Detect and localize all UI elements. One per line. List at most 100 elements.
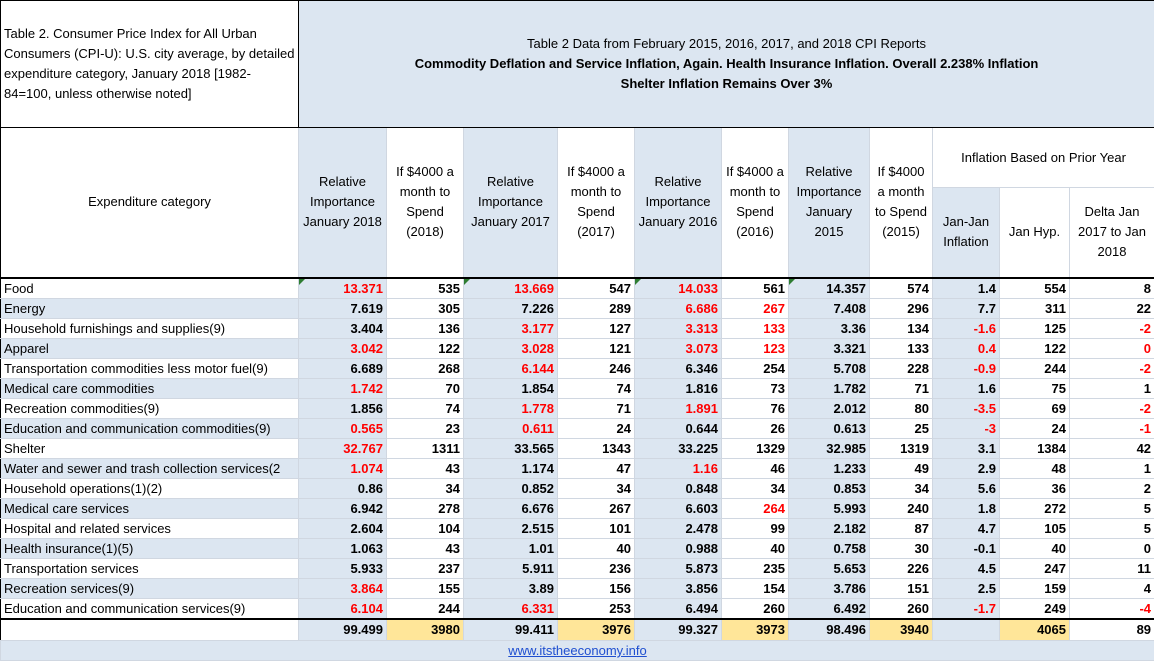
row-value: 0.611 <box>463 417 558 439</box>
table-row: Education and communication commodities(… <box>0 417 1154 439</box>
row-value: 25 <box>869 417 933 439</box>
total-value: 99.327 <box>634 617 722 641</box>
row-value: 122 <box>999 337 1070 359</box>
row-value: 2.604 <box>298 517 387 539</box>
row-category: Transportation commodities less motor fu… <box>0 357 299 379</box>
row-value: 7.7 <box>932 297 1000 319</box>
row-value: 75 <box>999 377 1070 399</box>
row-value: 6.603 <box>634 497 722 519</box>
row-value: 0.988 <box>634 537 722 559</box>
row-value: 272 <box>999 497 1070 519</box>
row-value: 0.86 <box>298 477 387 499</box>
row-category: Recreation commodities(9) <box>0 397 299 419</box>
row-category: Household furnishings and supplies(9) <box>0 317 299 339</box>
row-value: 71 <box>869 377 933 399</box>
row-value: 6.689 <box>298 357 387 379</box>
row-value: 2.515 <box>463 517 558 539</box>
row-value: 6.676 <box>463 497 558 519</box>
row-value: 4.7 <box>932 517 1000 539</box>
row-value: 3.1 <box>932 437 1000 459</box>
total-value: 3940 <box>869 617 933 641</box>
row-value: 6.492 <box>788 597 870 619</box>
row-category: Education and communication commodities(… <box>0 417 299 439</box>
row-value: 6.686 <box>634 297 722 319</box>
row-value: 240 <box>869 497 933 519</box>
row-value: 8 <box>1068 276 1154 299</box>
table-row: Household furnishings and supplies(9) 3.4… <box>0 317 1154 339</box>
row-value: 1 <box>1068 457 1154 479</box>
row-value: 23 <box>386 417 464 439</box>
row-value: -1.7 <box>932 597 1000 619</box>
row-value: 244 <box>386 597 464 619</box>
row-value: 311 <box>999 297 1070 319</box>
row-category: Hospital and related services <box>0 517 299 539</box>
row-category: Energy <box>0 297 299 319</box>
row-value: -3 <box>932 417 1000 439</box>
row-value: 1.16 <box>634 457 722 479</box>
row-value: -2 <box>1068 317 1154 339</box>
row-value: 4.5 <box>932 557 1000 579</box>
row-value: 1.891 <box>634 397 722 419</box>
table-row: Food 13.371 535 13.669 547 14.033 561 14.357 574… <box>0 276 1154 299</box>
table-row: Apparel 3.042 122 3.028 121 3.073 123 3.321 133 0… <box>0 337 1154 359</box>
row-value: 1.742 <box>298 377 387 399</box>
row-value: 554 <box>999 276 1070 299</box>
row-value: 5.911 <box>463 557 558 579</box>
row-value: 2.9 <box>932 457 1000 479</box>
row-value: 260 <box>721 597 789 619</box>
row-value: 1.063 <box>298 537 387 559</box>
table-row: Hospital and related services 2.604 104 2.5… <box>0 517 1154 539</box>
row-value: 0.852 <box>463 477 558 499</box>
banner: Table 2 Data from February 2015, 2016, 2… <box>297 0 1154 128</box>
row-value: -1 <box>1068 417 1154 439</box>
header-ri-2017: Relative Importance January 2017 <box>463 127 558 279</box>
row-value: 0.758 <box>788 537 870 559</box>
row-value: 42 <box>1068 437 1154 459</box>
row-value: 226 <box>869 557 933 579</box>
row-value: 133 <box>721 317 789 339</box>
table-row: Household operations(1)(2) 0.86 34 0.852 34 0… <box>0 477 1154 499</box>
row-value: 47 <box>557 457 635 479</box>
row-value: 249 <box>999 597 1070 619</box>
banner-line-2: Commodity Deflation and Service Inflatio… <box>414 56 1039 71</box>
row-value: 22 <box>1068 297 1154 319</box>
row-value: 159 <box>999 577 1070 599</box>
row-value: 6.331 <box>463 597 558 619</box>
row-value: 7.619 <box>298 297 387 319</box>
row-value: 14.033 <box>634 276 722 299</box>
table-row: Water and sewer and trash collection ser… <box>0 457 1154 479</box>
row-value: 3.177 <box>463 317 558 339</box>
row-value: 1.816 <box>634 377 722 399</box>
header-category: Expenditure category <box>0 127 299 279</box>
row-value: -1.6 <box>932 317 1000 339</box>
row-value: -0.9 <box>932 357 1000 379</box>
row-value: 0 <box>1068 537 1154 559</box>
row-value: 1311 <box>386 437 464 459</box>
row-value: 535 <box>386 276 464 299</box>
corner-title: Table 2. Consumer Price Index for All Ur… <box>0 0 299 128</box>
row-value: 1 <box>1068 377 1154 399</box>
row-value: 24 <box>557 417 635 439</box>
row-value: 74 <box>557 377 635 399</box>
row-value: 154 <box>721 577 789 599</box>
header-jan-hyp: Jan Hyp. <box>999 187 1070 279</box>
total-value: 3980 <box>386 617 464 641</box>
footer-row: www.itstheeconomy.info <box>0 640 1154 661</box>
cpi-table: Table 2. Consumer Price Index for All Ur… <box>0 0 1154 661</box>
table-row: Transportation commodities less motor fu… <box>0 357 1154 379</box>
row-value: 267 <box>557 497 635 519</box>
row-value: 127 <box>557 317 635 339</box>
row-value: 69 <box>999 397 1070 419</box>
row-category: Household operations(1)(2) <box>0 477 299 499</box>
footer-link[interactable]: www.itstheeconomy.info <box>508 643 647 658</box>
row-value: 3.042 <box>298 337 387 359</box>
row-value: 1.4 <box>932 276 1000 299</box>
row-value: 7.226 <box>463 297 558 319</box>
row-value: 2.5 <box>932 577 1000 599</box>
table-row: Medical care commodities 1.742 70 1.854 74 1.… <box>0 377 1154 399</box>
row-value: 3.856 <box>634 577 722 599</box>
total-value: 99.411 <box>463 617 558 641</box>
row-value: 1.233 <box>788 457 870 479</box>
row-value: 0.565 <box>298 417 387 439</box>
row-value: 33.225 <box>634 437 722 459</box>
